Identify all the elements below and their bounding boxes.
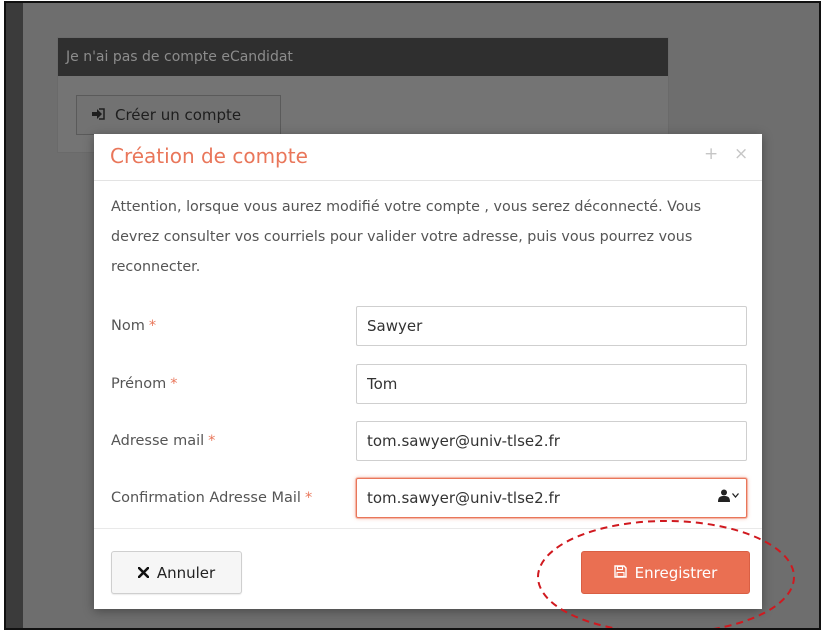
plus-icon[interactable]: + — [704, 144, 718, 164]
required-marker: * — [148, 318, 157, 334]
email-input[interactable] — [356, 421, 747, 461]
create-account-button[interactable]: Créer un compte — [76, 95, 281, 135]
save-label: Enregistrer — [634, 563, 718, 582]
modal-footer-divider — [94, 528, 762, 529]
floppy-disk-icon — [613, 564, 627, 582]
close-icon[interactable]: × — [734, 144, 748, 164]
nom-input[interactable] — [356, 306, 747, 346]
form-row-prenom: Prénom * — [111, 364, 751, 404]
form-row-nom: Nom * — [111, 306, 751, 346]
required-marker: * — [208, 433, 216, 449]
prenom-label: Prénom * — [111, 364, 178, 404]
sign-in-icon — [91, 106, 105, 124]
email-confirm-label: Confirmation Adresse Mail * — [111, 478, 312, 518]
chevron-down-icon — [732, 493, 739, 498]
required-marker: * — [304, 490, 313, 506]
cancel-button[interactable]: Annuler — [111, 551, 242, 594]
account-creation-modal: Création de compte + × Attention, lorsqu… — [94, 134, 762, 609]
modal-header: Création de compte + × — [94, 134, 762, 181]
email-label-text: Adresse mail — [111, 433, 205, 449]
nom-label-text: Nom — [111, 318, 145, 334]
create-account-label: Créer un compte — [115, 106, 242, 124]
email-confirm-input[interactable] — [356, 478, 747, 518]
screenshot-frame: Je n'ai pas de compte eCandidat Créer un… — [4, 1, 821, 630]
autofill-user-icon[interactable] — [718, 489, 739, 502]
form-row-email: Adresse mail * — [111, 421, 751, 461]
no-account-panel-title: Je n'ai pas de compte eCandidat — [58, 38, 668, 76]
modal-title: Création de compte — [110, 144, 308, 168]
email-label: Adresse mail * — [111, 421, 215, 461]
form-row-email-confirm: Confirmation Adresse Mail * — [111, 478, 751, 518]
nom-label: Nom * — [111, 306, 156, 346]
email-confirm-label-text: Confirmation Adresse Mail — [111, 490, 301, 506]
times-icon — [137, 564, 150, 582]
left-sidebar — [6, 3, 23, 628]
prenom-label-text: Prénom — [111, 376, 167, 392]
cancel-label: Annuler — [156, 563, 216, 582]
save-button[interactable]: Enregistrer — [581, 551, 750, 594]
prenom-input[interactable] — [356, 364, 747, 404]
required-marker: * — [170, 376, 178, 392]
warning-notice: Attention, lorsque vous aurez modifié vo… — [111, 199, 702, 275]
